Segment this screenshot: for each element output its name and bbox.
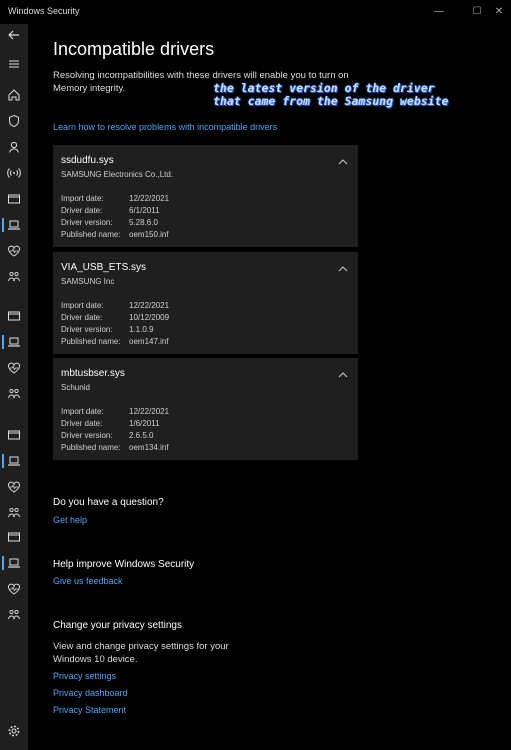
laptop-icon[interactable] bbox=[7, 454, 21, 468]
family-icon[interactable] bbox=[7, 270, 21, 284]
driver-name: VIA_USB_ETS.sys bbox=[61, 262, 147, 273]
page-title: Incompatible drivers bbox=[53, 39, 215, 59]
learn-more-link[interactable]: Learn how to resolve problems with incom… bbox=[53, 122, 277, 132]
family-icon[interactable] bbox=[7, 506, 21, 520]
app-browser-icon[interactable] bbox=[7, 428, 21, 442]
laptop-icon[interactable] bbox=[7, 556, 21, 570]
active-nav-indicator bbox=[2, 454, 4, 468]
heart-icon[interactable] bbox=[7, 244, 21, 258]
driver-vendor: Schunid bbox=[61, 383, 90, 392]
privacy-text: View and change privacy settings for you… bbox=[53, 641, 229, 665]
person-icon[interactable] bbox=[7, 140, 21, 154]
driver-card: VIA_USB_ETS.sys SAMSUNG Inc Import date:… bbox=[53, 252, 358, 354]
home-icon[interactable] bbox=[7, 88, 21, 102]
privacy-settings-link[interactable]: Privacy settings bbox=[53, 671, 116, 681]
active-nav-indicator bbox=[2, 556, 4, 570]
app-browser-icon[interactable] bbox=[7, 309, 21, 323]
active-nav-indicator bbox=[2, 218, 4, 232]
feedback-link[interactable]: Give us feedback bbox=[53, 576, 123, 586]
gear-icon[interactable] bbox=[7, 724, 21, 738]
annotation-line-2: that came from the Samsung website bbox=[213, 94, 449, 108]
title-bar: Windows Security — ☐ ✕ bbox=[0, 0, 511, 25]
driver-card: mbtusbser.sys Schunid Import date: 12/22/… bbox=[53, 358, 358, 460]
close-button[interactable]: ✕ bbox=[484, 2, 511, 22]
app-browser-icon[interactable] bbox=[7, 530, 21, 544]
laptop-icon[interactable] bbox=[7, 335, 21, 349]
driver-vendor: SAMSUNG Electronics Co.,Ltd. bbox=[61, 170, 174, 179]
improve-heading: Help improve Windows Security bbox=[53, 559, 195, 570]
wireless-icon[interactable] bbox=[7, 166, 21, 180]
driver-name: mbtusbser.sys bbox=[61, 368, 125, 379]
chevron-up-icon[interactable] bbox=[338, 154, 348, 165]
privacy-dashboard-link[interactable]: Privacy dashboard bbox=[53, 688, 128, 698]
active-nav-indicator bbox=[2, 335, 4, 349]
heart-icon[interactable] bbox=[7, 361, 21, 375]
heart-icon[interactable] bbox=[7, 582, 21, 596]
heart-icon[interactable] bbox=[7, 480, 21, 494]
family-icon[interactable] bbox=[7, 608, 21, 622]
shield-icon[interactable] bbox=[7, 114, 21, 128]
question-heading: Do you have a question? bbox=[53, 497, 164, 508]
get-help-link[interactable]: Get help bbox=[53, 515, 87, 525]
annotation-text: the latest version of the driver that ca… bbox=[213, 82, 511, 108]
window-title: Windows Security bbox=[8, 6, 80, 16]
main-content: Incompatible drivers Resolving incompati… bbox=[28, 24, 511, 750]
privacy-heading: Change your privacy settings bbox=[53, 620, 182, 631]
driver-vendor: SAMSUNG Inc bbox=[61, 277, 115, 286]
driver-name: ssdudfu.sys bbox=[61, 155, 114, 166]
app-browser-icon[interactable] bbox=[7, 192, 21, 206]
privacy-statement-link[interactable]: Privacy Statement bbox=[53, 705, 126, 715]
minimize-button[interactable]: — bbox=[424, 2, 454, 22]
chevron-up-icon[interactable] bbox=[338, 367, 348, 378]
laptop-icon[interactable] bbox=[7, 218, 21, 232]
back-arrow-icon[interactable] bbox=[7, 28, 21, 42]
chevron-up-icon[interactable] bbox=[338, 261, 348, 272]
sidebar bbox=[0, 24, 28, 750]
hamburger-icon[interactable] bbox=[7, 57, 21, 71]
family-icon[interactable] bbox=[7, 387, 21, 401]
driver-card: ssdudfu.sys SAMSUNG Electronics Co.,Ltd.… bbox=[53, 145, 358, 247]
